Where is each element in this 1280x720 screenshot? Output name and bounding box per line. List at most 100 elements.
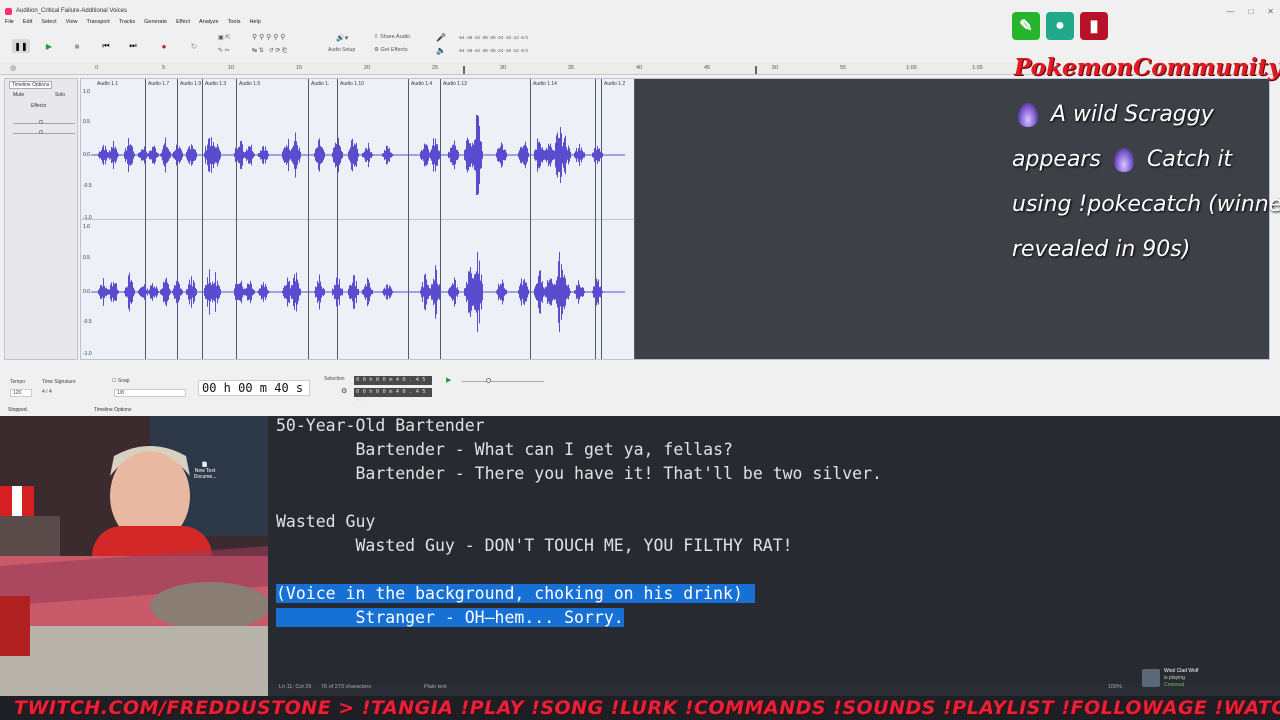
volume-knob[interactable] — [39, 120, 43, 124]
loop-button[interactable]: ↻ — [185, 39, 203, 53]
waveform-bar — [193, 280, 194, 304]
close-icon[interactable]: ✕ — [1267, 7, 1274, 16]
pan-knob[interactable] — [39, 130, 43, 134]
text-editor[interactable]: 50-Year-Old Bartender Bartender - What c… — [268, 416, 1280, 684]
waveform-bar — [148, 153, 149, 157]
playhead-marker[interactable] — [463, 66, 465, 74]
loop-end-marker[interactable] — [755, 66, 757, 74]
time-signature-field[interactable]: 4 / 4 — [42, 389, 52, 395]
playback-speed-knob[interactable] — [486, 378, 491, 383]
share-audio-button[interactable]: ⇧ Share Audio — [374, 34, 410, 40]
playback-speed-slider[interactable] — [462, 381, 544, 382]
waveform-bar — [564, 274, 565, 310]
waveform-bar — [457, 286, 458, 298]
menu-bar: File Edit Select View Transport Tracks G… — [0, 19, 261, 29]
clip-boundary[interactable] — [634, 79, 635, 359]
snap-field[interactable]: 1/8 — [114, 389, 186, 397]
doc-line[interactable]: 50-Year-Old Bartender — [276, 416, 485, 435]
selection-settings-icon[interactable]: ⚙ — [341, 387, 347, 395]
doc-line[interactable]: Wasted Guy — [276, 512, 375, 531]
skip-start-button[interactable]: ⏮ — [97, 39, 115, 53]
notification-status: is playing — [1164, 674, 1185, 681]
menu-file[interactable]: File — [5, 19, 14, 29]
play-selection-icon[interactable]: ▶ — [446, 376, 451, 384]
clip-label[interactable]: Audio 1.5 — [239, 81, 260, 87]
pan-slider[interactable] — [13, 133, 75, 134]
selection-start-field[interactable]: 0 0 h 0 0 m 4 0 . 4 5 0 s — [354, 376, 432, 392]
solo-button[interactable]: Solo — [55, 92, 65, 98]
clip-label[interactable]: Audio 1.13 — [443, 81, 467, 87]
doc-line[interactable]: Wasted Guy - DON'T TOUCH ME, YOU FILTHY … — [276, 536, 792, 555]
waveform-bar — [333, 148, 334, 162]
menu-view[interactable]: View — [66, 19, 78, 29]
time-display[interactable]: 00 h 00 m 40 s — [198, 380, 310, 396]
menu-effect[interactable]: Effect — [176, 19, 190, 29]
clip-label[interactable]: Audio 1.4 — [411, 81, 432, 87]
zoom-level[interactable]: 100% — [1108, 684, 1122, 690]
waveform-bar — [366, 148, 367, 162]
doc-line-selected[interactable]: (Voice in the background, choking on his… — [276, 584, 755, 603]
waveform-bar — [158, 291, 159, 293]
menu-analyze[interactable]: Analyze — [199, 19, 219, 29]
waveform-bar — [554, 150, 555, 160]
play-button[interactable]: ▶ — [40, 39, 58, 53]
timeline-options-icon[interactable]: ◎ — [10, 64, 16, 72]
audio-setup-button[interactable]: Audio Setup — [328, 47, 355, 53]
waveform-bar — [263, 145, 264, 165]
get-effects-button[interactable]: ⚙ Get Effects — [374, 47, 408, 53]
snap-checkbox[interactable]: ☐ Snap — [112, 378, 130, 384]
waveform-bar — [287, 146, 288, 164]
waveform-bar — [542, 147, 543, 163]
clip-label[interactable]: Audio 1.9 — [180, 81, 201, 87]
clip-label[interactable]: Audio 1.14 — [533, 81, 557, 87]
waveform-bar — [528, 152, 529, 158]
waveform-bar — [336, 144, 337, 166]
record-button[interactable]: ● — [155, 39, 173, 53]
waveform-bar — [350, 147, 351, 163]
select-tool-icon[interactable]: ▣ ⇱ — [218, 34, 230, 41]
waveform-bar — [251, 283, 252, 301]
waveform-bar — [242, 144, 243, 166]
stop-button[interactable]: ■ — [68, 39, 86, 53]
menu-transport[interactable]: Transport — [86, 19, 109, 29]
zoom-in-icon[interactable]: ⚲ ⚲ ⚲ ⚲ ⚲ — [252, 33, 285, 41]
doc-line-selected[interactable]: Stranger - OH—hem... Sorry. — [276, 608, 624, 627]
timeline-options-tab[interactable]: Timeline Options — [9, 81, 53, 89]
mute-button[interactable]: Mute — [13, 92, 24, 98]
speaker-icon[interactable]: 🔊▾ — [336, 34, 348, 42]
menu-tracks[interactable]: Tracks — [119, 19, 135, 29]
pause-button[interactable]: ❚❚ — [12, 39, 30, 53]
clip-label[interactable]: Audio 1.2 — [604, 81, 625, 87]
menu-select[interactable]: Select — [41, 19, 56, 29]
maximize-icon[interactable]: □ — [1248, 7, 1253, 16]
y-axis-label: 1.0 — [83, 224, 90, 230]
edit-tools-icon[interactable]: ↹ ⇅ ↺ ⟳ ⎗ — [252, 47, 287, 55]
minimize-icon[interactable]: — — [1226, 7, 1234, 16]
menu-help[interactable]: Help — [249, 19, 260, 29]
tempo-field[interactable]: 120 — [10, 389, 32, 397]
effects-button[interactable]: Effects — [31, 103, 46, 109]
skip-end-button[interactable]: ⏭ — [124, 39, 142, 53]
volume-slider[interactable] — [13, 123, 75, 124]
notification-name: Wool Clad Wolf — [1164, 667, 1199, 674]
waveform-bar — [211, 152, 212, 158]
waveform-bar — [213, 283, 214, 301]
desktop-file-icon[interactable]: 📄 New Text Docume... — [190, 462, 220, 480]
playback-meter-scale[interactable]: -54 -48 -42 -36 -30 -24 -18 -12 -6 0 — [458, 48, 528, 53]
clip-label[interactable]: Audio 1.1 — [97, 81, 118, 87]
draw-tool-icon[interactable]: ✎ ✂ — [218, 47, 230, 54]
clip-label[interactable]: Audio 1.7 — [148, 81, 169, 87]
menu-edit[interactable]: Edit — [23, 19, 32, 29]
menu-tools[interactable]: Tools — [228, 19, 241, 29]
clip-label[interactable]: Audio 1.10 — [340, 81, 364, 87]
clip-label[interactable]: Audio 1.3 — [205, 81, 226, 87]
waveform-bar — [195, 149, 196, 161]
record-meter-scale[interactable]: -54 -48 -42 -36 -30 -24 -18 -12 -6 0 — [458, 35, 528, 40]
doc-line[interactable]: Bartender - What can I get ya, fellas? — [276, 440, 733, 459]
menu-generate[interactable]: Generate — [144, 19, 167, 29]
selection-end-field[interactable]: 0 0 h 0 0 m 4 0 . 4 5 0 s — [354, 388, 432, 404]
doc-line[interactable]: Bartender - There you have it! That'll b… — [276, 464, 882, 483]
file-type[interactable]: Plain text — [424, 684, 447, 690]
clip-label[interactable]: Audio 1. — [311, 81, 329, 87]
waveform-bar — [539, 270, 540, 314]
